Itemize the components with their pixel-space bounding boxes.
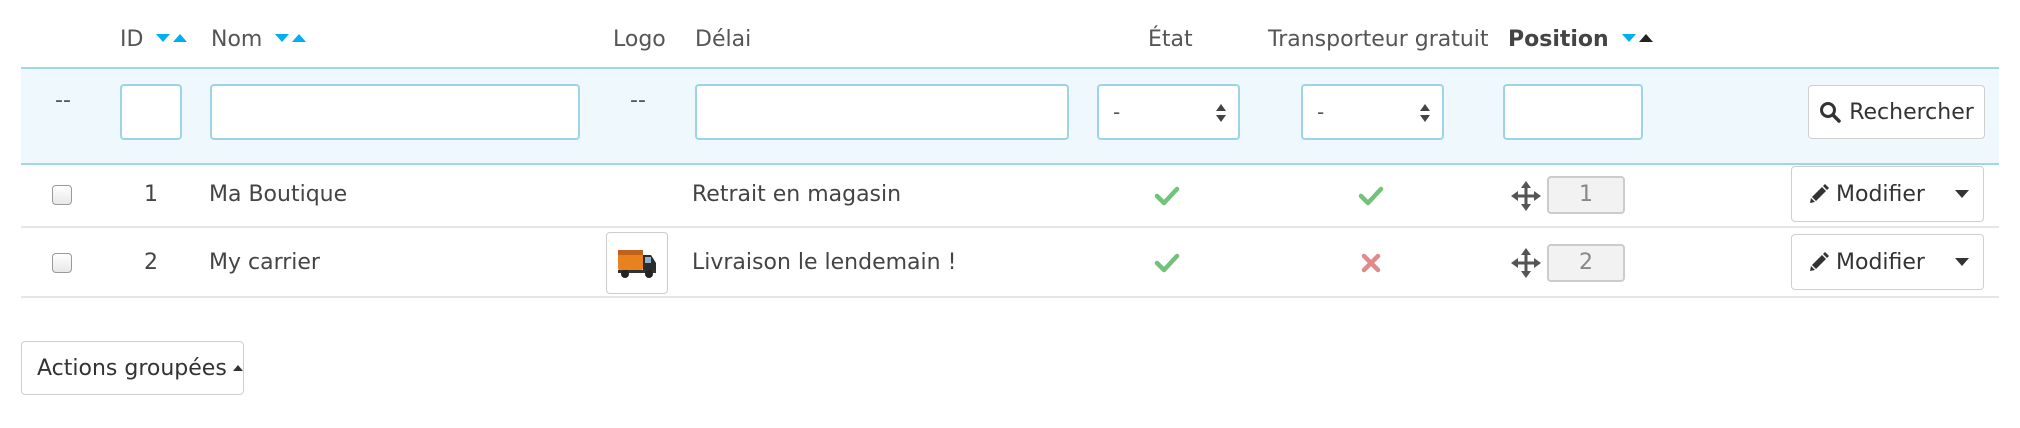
filter-checkbox-placeholder: -- — [55, 88, 71, 113]
select-arrows-icon — [1420, 104, 1432, 122]
sort-desc-icon[interactable] — [1622, 34, 1637, 42]
sort-asc-icon[interactable] — [1639, 34, 1654, 42]
row-2-id: 2 — [144, 250, 158, 275]
row-1-nom: Ma Boutique — [209, 182, 348, 207]
caret-down-icon[interactable] — [1954, 190, 1969, 198]
column-header-id[interactable]: ID — [120, 26, 190, 54]
select-arrows-icon — [1216, 104, 1228, 122]
bulk-actions-label: Actions groupées — [37, 355, 227, 381]
filter-etat-select[interactable]: - — [1097, 84, 1240, 140]
row-1-modifier-button[interactable]: Modifier — [1791, 166, 1984, 222]
filter-transporteur-value: - — [1317, 100, 1325, 124]
row-1-modifier-label: Modifier — [1836, 181, 1925, 207]
column-header-position[interactable]: Position — [1508, 26, 1656, 54]
row-2-nom: My carrier — [209, 250, 320, 275]
column-header-nom[interactable]: Nom — [211, 26, 309, 54]
row-2-modifier-label: Modifier — [1836, 249, 1925, 275]
row-2-position: 2 — [1547, 244, 1625, 282]
column-header-delai: Délai — [695, 27, 752, 52]
row-2-checkbox[interactable] — [52, 253, 72, 273]
row-1-id: 1 — [144, 182, 158, 207]
row-divider — [21, 226, 1999, 228]
sort-desc-icon[interactable] — [275, 34, 290, 42]
sort-asc-icon[interactable] — [292, 34, 307, 42]
column-header-etat: État — [1148, 27, 1193, 52]
column-header-id-label: ID — [120, 27, 144, 52]
row-divider — [21, 296, 1999, 298]
caret-down-icon[interactable] — [1954, 258, 1969, 266]
row-2-logo — [606, 232, 668, 294]
filter-nom-input[interactable] — [210, 84, 580, 140]
filter-logo-placeholder: -- — [630, 88, 646, 113]
truck-icon — [618, 250, 656, 278]
check-icon[interactable] — [1154, 185, 1180, 207]
column-header-transporteur-gratuit: Transporteur gratuit — [1268, 27, 1489, 52]
bulk-actions-button[interactable]: Actions groupées — [21, 341, 244, 395]
drag-move-icon[interactable] — [1511, 181, 1541, 211]
sort-asc-icon[interactable] — [173, 34, 188, 42]
filter-etat-value: - — [1113, 100, 1121, 124]
sort-desc-icon[interactable] — [156, 34, 171, 42]
row-2-delai: Livraison le lendemain ! — [692, 250, 957, 275]
row-1-checkbox[interactable] — [52, 185, 72, 205]
search-button[interactable]: Rechercher — [1808, 85, 1985, 139]
filter-delai-input[interactable] — [695, 84, 1069, 140]
filter-position-input[interactable] — [1503, 84, 1643, 140]
drag-move-icon[interactable] — [1511, 248, 1541, 278]
row-1-delai: Retrait en magasin — [692, 182, 902, 207]
row-2-modifier-button[interactable]: Modifier — [1791, 234, 1984, 290]
column-header-nom-label: Nom — [211, 27, 263, 52]
pencil-icon — [1810, 252, 1829, 271]
filter-id-input[interactable] — [120, 84, 182, 140]
check-icon[interactable] — [1358, 185, 1384, 207]
cross-icon[interactable] — [1361, 253, 1381, 273]
column-header-logo: Logo — [613, 27, 666, 52]
caret-up-icon — [232, 365, 243, 371]
column-header-position-label: Position — [1508, 27, 1609, 52]
search-icon — [1820, 102, 1841, 123]
search-button-label: Rechercher — [1849, 99, 1974, 125]
filter-transporteur-select[interactable]: - — [1301, 84, 1444, 140]
row-1-position: 1 — [1547, 176, 1625, 214]
pencil-icon — [1810, 184, 1829, 203]
check-icon[interactable] — [1154, 252, 1180, 274]
